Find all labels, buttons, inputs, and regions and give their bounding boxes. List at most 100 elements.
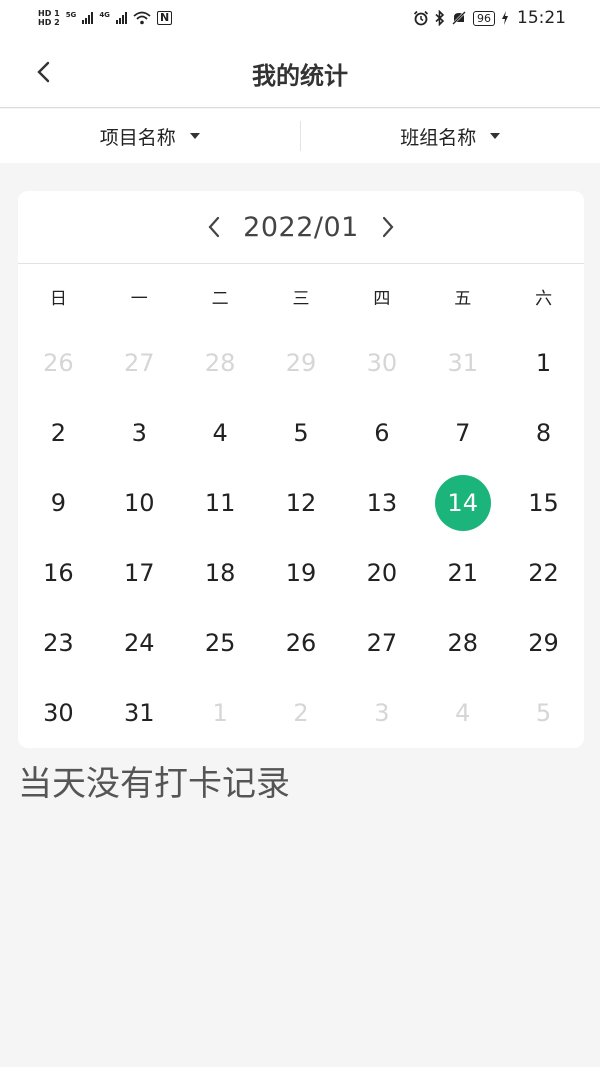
calendar-day[interactable]: 27	[341, 608, 422, 678]
calendar-day-number: 2	[293, 699, 309, 727]
next-month-icon[interactable]	[381, 215, 395, 239]
calendar-day-number: 5	[293, 419, 309, 447]
calendar-day-number: 4	[455, 699, 471, 727]
team-filter[interactable]: 班组名称	[301, 109, 600, 163]
calendar-day-number: 29	[528, 629, 559, 657]
status-left: HD 1 HD 2 5G 4G N	[38, 9, 173, 27]
weekday-label: 五	[454, 288, 472, 309]
calendar: 2022/01 日 一 二 三 四 五 六 26 27 28 29 30 31 1 2 3 4 5 6…	[18, 191, 584, 748]
signal-icon-2	[115, 12, 127, 24]
calendar-day-number: 5	[535, 699, 552, 727]
calendar-day-number: 27	[366, 629, 398, 657]
calendar-day[interactable]: 26	[261, 608, 342, 678]
calendar-day[interactable]: 21	[422, 538, 503, 608]
calendar-day-number: 12	[285, 489, 317, 517]
calendar-day[interactable]: 3	[99, 398, 180, 468]
calendar-day-number: 29	[285, 349, 317, 377]
calendar-day[interactable]: 29	[503, 608, 584, 678]
calendar-day[interactable]: 22	[503, 538, 584, 608]
calendar-day[interactable]: 3	[341, 678, 422, 748]
calendar-day[interactable]: 29	[261, 328, 342, 398]
calendar-day[interactable]: 2	[18, 398, 99, 468]
calendar-day[interactable]: 18	[180, 538, 261, 608]
caret-down-icon	[490, 133, 501, 139]
network-5g-label: 5G	[65, 11, 77, 19]
calendar-day[interactable]: 16	[18, 538, 99, 608]
calendar-day[interactable]: 10	[99, 468, 180, 538]
weekday-label: 二	[211, 288, 229, 309]
calendar-day-number: 4	[212, 419, 228, 447]
empty-state-message: 当天没有打卡记录	[18, 764, 290, 804]
calendar-day-number: 3	[131, 419, 147, 447]
calendar-day-number: 8	[535, 419, 552, 447]
calendar-day[interactable]: 24	[99, 608, 180, 678]
calendar-day[interactable]: 31	[99, 678, 180, 748]
calendar-day[interactable]: 17	[99, 538, 180, 608]
calendar-day[interactable]: 12	[261, 468, 342, 538]
calendar-day-number: 20	[366, 559, 398, 587]
signal-icon	[82, 12, 94, 24]
weekday-label: 六	[535, 288, 553, 309]
calendar-day-number: 17	[124, 559, 155, 587]
calendar-day[interactable]: 5	[503, 678, 584, 748]
calendar-day-number: 7	[455, 419, 471, 447]
calendar-day-number: 1	[212, 699, 228, 727]
calendar-day[interactable]: 1	[503, 328, 584, 398]
weekday-label: 一	[130, 288, 148, 309]
calendar-day[interactable]: 4	[180, 398, 261, 468]
calendar-day-number: 10	[124, 489, 155, 517]
calendar-day[interactable]: 31	[422, 328, 503, 398]
calendar-day[interactable]: 8	[503, 398, 584, 468]
calendar-day[interactable]: 20	[341, 538, 422, 608]
calendar-day[interactable]: 28	[180, 328, 261, 398]
calendar-header: 2022/01	[18, 191, 584, 264]
calendar-day-number: 27	[124, 349, 155, 377]
calendar-day-number: 22	[528, 559, 559, 587]
weekday-label: 四	[373, 288, 391, 309]
calendar-day[interactable]: 11	[180, 468, 261, 538]
calendar-day-number: 1	[535, 349, 552, 377]
calendar-day[interactable]: 27	[99, 328, 180, 398]
calendar-day-number: 31	[124, 699, 155, 727]
calendar-day-number: 28	[447, 629, 478, 657]
calendar-day-number: 30	[43, 699, 74, 727]
calendar-month-label: 2022/01	[243, 211, 359, 243]
calendar-day[interactable]: 7	[422, 398, 503, 468]
calendar-day[interactable]: 5	[261, 398, 342, 468]
calendar-day[interactable]: 30	[18, 678, 99, 748]
wifi-icon	[133, 11, 151, 25]
calendar-day[interactable]: 23	[18, 608, 99, 678]
weekday-label: 日	[49, 288, 67, 309]
calendar-day[interactable]: 28	[422, 608, 503, 678]
calendar-day[interactable]: 26	[18, 328, 99, 398]
calendar-day-number: 3	[374, 699, 390, 727]
prev-month-icon[interactable]	[207, 215, 221, 239]
status-bar: HD 1 HD 2 5G 4G N 96 15:21	[0, 0, 600, 36]
calendar-day[interactable]: 4	[422, 678, 503, 748]
calendar-day-number: 2	[50, 419, 67, 447]
calendar-day[interactable]: 25	[180, 608, 261, 678]
project-filter[interactable]: 项目名称	[0, 109, 300, 163]
calendar-day-number: 24	[124, 629, 155, 657]
title-bar: 我的统计	[0, 36, 600, 108]
weekday-label: 三	[292, 288, 310, 309]
status-time: 15:21	[517, 8, 566, 28]
calendar-day[interactable]: 19	[261, 538, 342, 608]
calendar-day[interactable]: 2	[261, 678, 342, 748]
calendar-day-selected[interactable]: 14	[422, 468, 503, 538]
calendar-day-number: 14	[434, 475, 491, 531]
calendar-day-number: 26	[285, 629, 317, 657]
calendar-day-number: 18	[204, 559, 236, 587]
calendar-day-number: 26	[43, 349, 74, 377]
calendar-day[interactable]: 15	[503, 468, 584, 538]
calendar-day[interactable]: 30	[341, 328, 422, 398]
calendar-day[interactable]: 6	[341, 398, 422, 468]
calendar-day-number: 11	[204, 489, 236, 517]
calendar-day[interactable]: 13	[341, 468, 422, 538]
weekday-row: 日 一 二 三 四 五 六	[18, 264, 584, 328]
battery-indicator: 96	[473, 10, 495, 26]
page-title: 我的统计	[252, 62, 348, 90]
calendar-day[interactable]: 1	[180, 678, 261, 748]
calendar-day[interactable]: 9	[18, 468, 99, 538]
calendar-day-number: 25	[204, 629, 236, 657]
